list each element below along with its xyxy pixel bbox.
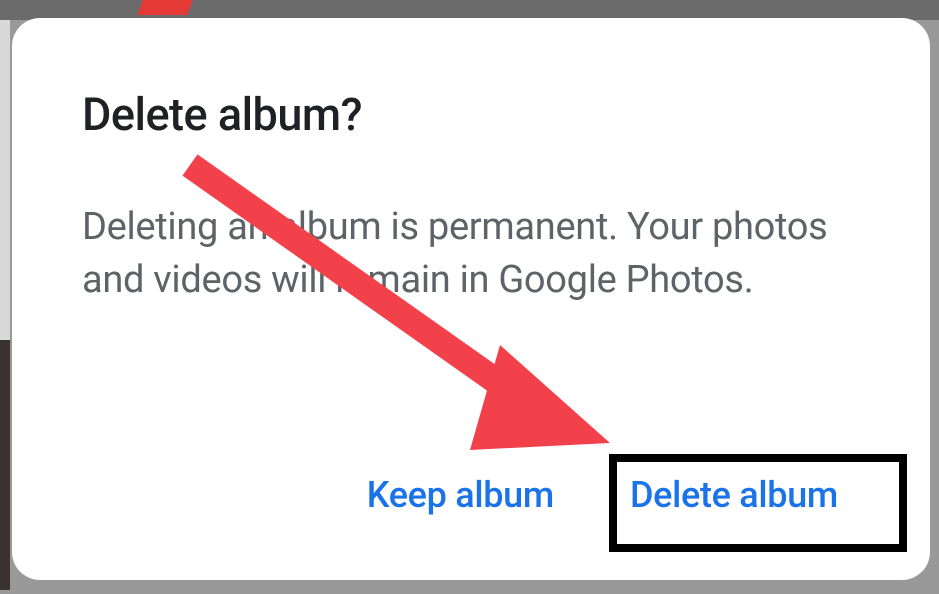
backdrop-strip <box>137 0 192 15</box>
dialog-actions: Keep album Delete album <box>82 460 860 530</box>
delete-album-button[interactable]: Delete album <box>608 460 860 530</box>
dialog-title: Delete album? <box>82 88 860 141</box>
delete-album-dialog: Delete album? Deleting an album is perma… <box>12 18 930 580</box>
backdrop-strip <box>0 20 10 340</box>
keep-album-button[interactable]: Keep album <box>345 460 576 530</box>
backdrop-strip <box>0 340 10 590</box>
dialog-body-text: Deleting an album is permanent. Your pho… <box>82 201 860 307</box>
